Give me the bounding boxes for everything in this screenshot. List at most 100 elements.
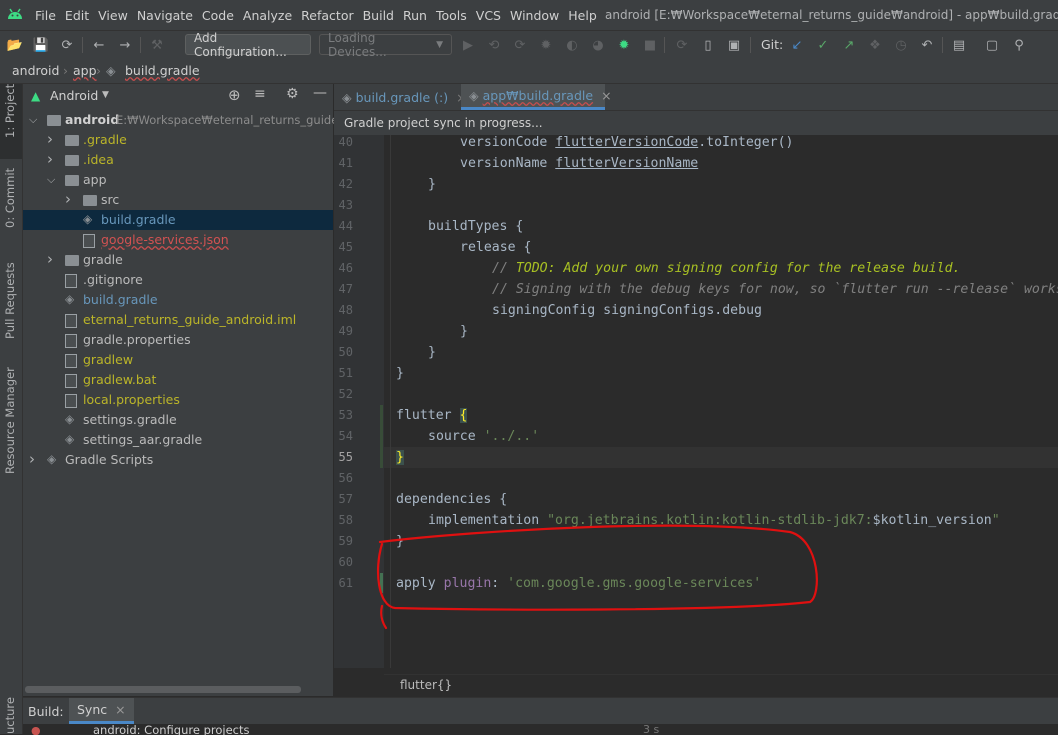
- menu-help[interactable]: Help: [568, 8, 597, 23]
- attach-debugger-icon[interactable]: ◕: [589, 36, 607, 54]
- menu-window[interactable]: Window: [510, 8, 559, 23]
- project-structure-icon[interactable]: ▤: [950, 36, 968, 54]
- git-push-icon[interactable]: ↗: [840, 36, 858, 54]
- git-compare-icon[interactable]: ❖: [866, 36, 884, 54]
- run-icon[interactable]: ▶: [459, 36, 477, 54]
- close-icon[interactable]: ×: [601, 88, 611, 103]
- add-configuration-button[interactable]: Add Configuration...: [185, 31, 311, 59]
- tab-build-gradle-project[interactable]: ◈ build.gradle (:) ×: [334, 84, 467, 110]
- chevron-down-icon[interactable]: ▼: [102, 90, 109, 100]
- menu-refactor[interactable]: Refactor: [301, 8, 353, 23]
- git-history-icon[interactable]: ◷: [892, 36, 910, 54]
- tree-row-file-settings-aar-gradle[interactable]: ◈ settings_aar.gradle: [23, 430, 333, 450]
- tree-row-folder-idea[interactable]: › .idea: [23, 150, 333, 170]
- build-output: ● android: Configure projects 3 s: [23, 724, 1058, 735]
- build-hammer-icon[interactable]: ⚒: [148, 36, 166, 54]
- menu-build[interactable]: Build: [363, 8, 394, 23]
- gear-icon[interactable]: ⚙: [286, 86, 299, 102]
- sync-icon[interactable]: ⟳: [58, 36, 76, 54]
- presentation-icon[interactable]: ▢: [983, 36, 1001, 54]
- tree-row-folder-gradle-wrapper[interactable]: › gradle: [23, 250, 333, 270]
- menu-view[interactable]: View: [98, 8, 128, 23]
- tree-row-file-gitignore[interactable]: .gitignore: [23, 270, 333, 290]
- apply-code-changes-icon[interactable]: ⟳: [511, 36, 529, 54]
- hide-panel-icon[interactable]: —: [313, 85, 327, 101]
- tree-row-file-app-build-gradle[interactable]: ◈ build.gradle: [23, 210, 333, 230]
- debug-icon[interactable]: ✹: [537, 36, 555, 54]
- git-commit-icon[interactable]: ✓: [814, 36, 832, 54]
- menu-tools[interactable]: Tools: [436, 8, 467, 23]
- code-token: $kotlin_version: [872, 513, 992, 528]
- breadcrumb-android[interactable]: android: [12, 63, 59, 78]
- tab-structure[interactable]: ucture: [0, 697, 22, 734]
- vcs-change-marker[interactable]: [380, 405, 383, 468]
- breadcrumb-app[interactable]: app: [73, 63, 97, 78]
- collapse-arrow-icon[interactable]: ›: [47, 130, 59, 148]
- menu-analyze[interactable]: Analyze: [243, 8, 292, 23]
- collapse-all-icon[interactable]: ≡: [254, 86, 266, 102]
- tree-row-folder-src[interactable]: › src: [23, 190, 333, 210]
- breadcrumb-build-gradle[interactable]: build.gradle: [125, 63, 200, 78]
- stop-icon[interactable]: ■: [641, 36, 659, 54]
- code-line: }: [396, 366, 404, 381]
- git-rollback-icon[interactable]: ↶: [918, 36, 936, 54]
- expand-arrow-icon[interactable]: ⌵: [29, 113, 41, 127]
- open-folder-icon[interactable]: 📂: [6, 36, 24, 54]
- expand-arrow-icon[interactable]: ⌵: [47, 173, 59, 187]
- tab-sync[interactable]: Sync ×: [69, 698, 134, 724]
- menu-file[interactable]: File: [35, 8, 56, 23]
- menu-navigate[interactable]: Navigate: [137, 8, 193, 23]
- device-selector[interactable]: Loading Devices... ▼: [319, 31, 452, 59]
- tree-row-file-local-properties[interactable]: local.properties: [23, 390, 333, 410]
- tree-row-folder-app[interactable]: ⌵ app: [23, 170, 333, 190]
- code-token: versionCode: [460, 135, 556, 150]
- breadcrumb-chevron-icon: ›: [96, 63, 101, 78]
- code-token: ": [991, 513, 1000, 528]
- menu-edit[interactable]: Edit: [65, 8, 89, 23]
- project-view-selector[interactable]: Android: [50, 88, 98, 103]
- git-update-icon[interactable]: ↙: [788, 36, 806, 54]
- collapse-arrow-icon[interactable]: ›: [65, 190, 77, 208]
- tree-row-gradle-scripts[interactable]: › ◈ Gradle Scripts: [23, 450, 333, 470]
- tab-resource-manager-label: Resource Manager: [3, 367, 17, 474]
- menu-vcs[interactable]: VCS: [476, 8, 501, 23]
- project-panel-header: ▲ Android ▼ ⊕ ≡ ⚙ —: [23, 84, 333, 108]
- file-icon: [65, 274, 77, 288]
- tree-row-file-gradlew[interactable]: gradlew: [23, 350, 333, 370]
- profile-icon[interactable]: ◐: [563, 36, 581, 54]
- save-all-icon[interactable]: 💾: [32, 36, 50, 54]
- sync-message: Gradle project sync in progress...: [344, 116, 543, 130]
- horizontal-scrollbar[interactable]: [25, 686, 301, 693]
- locate-file-icon[interactable]: ⊕: [228, 86, 241, 104]
- tree-row-root[interactable]: ⌵ android E:₩Workspace₩eternal_returns_g…: [23, 110, 361, 130]
- collapse-arrow-icon[interactable]: ›: [29, 450, 41, 468]
- tree-row-file-gradlew-bat[interactable]: gradlew.bat: [23, 370, 333, 390]
- collapse-arrow-icon[interactable]: ›: [47, 250, 59, 268]
- tree-row-folder-gradle[interactable]: › .gradle: [23, 130, 333, 150]
- tree-row-file-settings-gradle[interactable]: ◈ settings.gradle: [23, 410, 333, 430]
- back-icon[interactable]: ←: [90, 36, 108, 54]
- gradle-sync-icon[interactable]: ⟳: [673, 36, 691, 54]
- structure-crumb[interactable]: flutter{}: [400, 678, 452, 692]
- collapse-arrow-icon[interactable]: ›: [47, 150, 59, 168]
- tab-pull-requests[interactable]: Pull Requests: [0, 262, 22, 354]
- avd-manager-icon[interactable]: ▯: [699, 36, 717, 54]
- tree-row-file-build-gradle[interactable]: ◈ build.gradle: [23, 290, 333, 310]
- menu-run[interactable]: Run: [403, 8, 427, 23]
- menu-code[interactable]: Code: [202, 8, 234, 23]
- tab-resource-manager[interactable]: Resource Manager: [0, 367, 22, 494]
- tab-project[interactable]: 1: Project: [0, 84, 22, 159]
- tree-item-label: build.gradle: [101, 212, 176, 227]
- forward-icon[interactable]: →: [116, 36, 134, 54]
- structure-breadcrumb-bar: flutter{}: [384, 674, 1058, 697]
- sdk-manager-icon[interactable]: ▣: [725, 36, 743, 54]
- apply-changes-icon[interactable]: ⟲: [485, 36, 503, 54]
- tree-row-file-iml[interactable]: eternal_returns_guide_android.iml: [23, 310, 333, 330]
- tree-row-file-gradle-properties[interactable]: gradle.properties: [23, 330, 333, 350]
- close-icon[interactable]: ×: [115, 702, 125, 717]
- tab-app-build-gradle[interactable]: ◈ app₩build.gradle ×: [461, 84, 612, 110]
- debugger-bug-icon[interactable]: ✹: [615, 36, 633, 54]
- tree-row-file-google-services-json[interactable]: google-services.json: [23, 230, 333, 250]
- search-icon[interactable]: ⚲: [1010, 36, 1028, 54]
- tab-commit[interactable]: 0: Commit: [0, 168, 22, 244]
